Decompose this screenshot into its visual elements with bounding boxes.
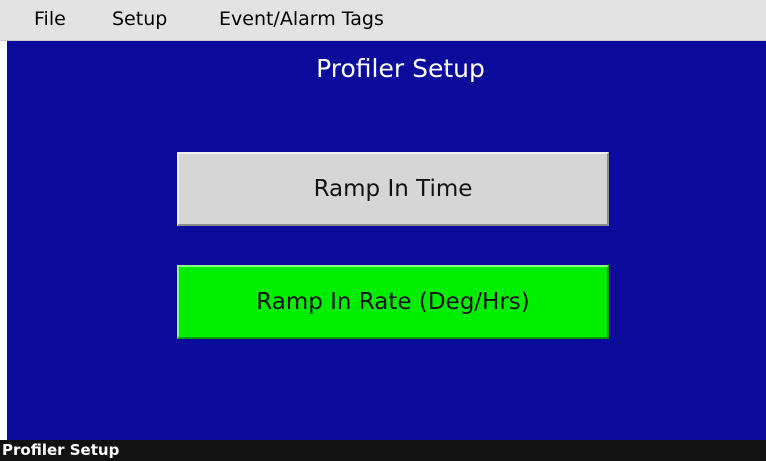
menu-setup[interactable]: Setup (112, 7, 167, 31)
main-panel: Profiler Setup Ramp In Time Ramp In Rate… (7, 41, 766, 440)
ramp-in-rate-button[interactable]: Ramp In Rate (Deg/Hrs) (177, 265, 609, 339)
ramp-in-rate-label: Ramp In Rate (Deg/Hrs) (256, 289, 530, 315)
ramp-in-time-button[interactable]: Ramp In Time (177, 152, 609, 226)
menu-bar: File Setup Event/Alarm Tags (0, 0, 766, 41)
page-title: Profiler Setup (316, 54, 485, 83)
ramp-in-time-label: Ramp In Time (313, 176, 473, 202)
profiler-setup-screen: File Setup Event/Alarm Tags Profiler Set… (0, 0, 766, 461)
menu-event-alarm-tags[interactable]: Event/Alarm Tags (219, 7, 384, 31)
status-bar: Profiler Setup (0, 440, 766, 461)
menu-file[interactable]: File (34, 7, 66, 31)
status-bar-text: Profiler Setup (2, 441, 120, 459)
